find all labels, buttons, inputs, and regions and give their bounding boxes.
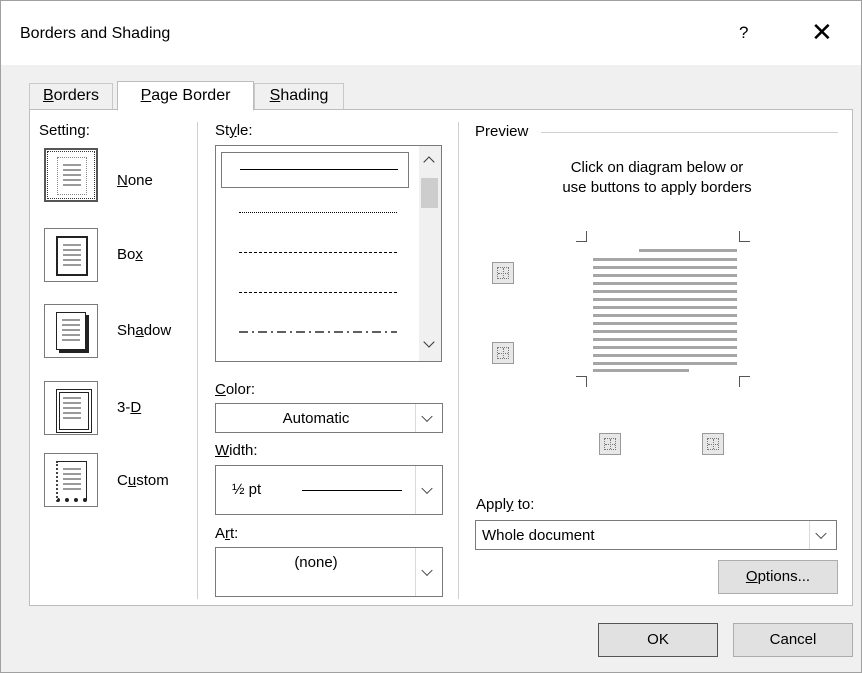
art-value: (none) bbox=[294, 554, 338, 571]
style-item-dash-dot[interactable] bbox=[221, 316, 407, 350]
setting-none-button[interactable] bbox=[44, 148, 98, 202]
tab-borders[interactable]: Borders bbox=[29, 83, 113, 110]
color-label: Color: bbox=[215, 381, 256, 398]
apply-to-dropdown[interactable]: Whole document bbox=[475, 520, 837, 550]
setting-shadow-label: Shadow bbox=[117, 322, 172, 339]
color-dropdown[interactable]: Automatic bbox=[215, 403, 443, 433]
width-sample-line bbox=[302, 490, 402, 491]
apply-to-value: Whole document bbox=[482, 527, 595, 544]
corner-mark bbox=[739, 376, 750, 387]
dialog-title: Borders and Shading bbox=[20, 25, 171, 42]
scroll-up-icon[interactable] bbox=[423, 156, 435, 168]
right-border-button[interactable] bbox=[702, 433, 724, 455]
preview-rule bbox=[541, 132, 838, 133]
tab-shading[interactable]: Shading bbox=[254, 83, 344, 110]
chevron-down-icon bbox=[421, 410, 433, 423]
chevron-down-icon bbox=[421, 564, 433, 577]
scroll-thumb[interactable] bbox=[421, 178, 438, 208]
setting-shadow-button[interactable] bbox=[44, 304, 98, 358]
art-dropdown[interactable]: (none) bbox=[215, 547, 443, 597]
options-button[interactable]: Options... bbox=[718, 560, 838, 594]
preview-hint: Click on diagram below or use buttons to… bbox=[562, 159, 752, 196]
apply-to-label: Apply to: bbox=[476, 496, 535, 513]
ok-button[interactable]: OK bbox=[598, 623, 718, 657]
style-item-dashed[interactable] bbox=[221, 276, 407, 310]
separator bbox=[458, 122, 459, 599]
setting-3d-button[interactable] bbox=[44, 381, 98, 435]
style-item-dashed-small[interactable] bbox=[221, 236, 407, 270]
setting-box-label: Box bbox=[117, 246, 143, 263]
help-button[interactable]: ? bbox=[739, 23, 748, 43]
setting-shadow-icon bbox=[56, 312, 86, 350]
close-button[interactable]: ✕ bbox=[811, 17, 833, 47]
left-border-button[interactable] bbox=[599, 433, 621, 455]
border-left-icon bbox=[604, 438, 616, 450]
dash-dot-line bbox=[239, 331, 397, 333]
corner-mark bbox=[739, 231, 750, 242]
preview-diagram[interactable] bbox=[576, 231, 756, 387]
borders-and-shading-dialog: Borders and Shading ? ✕ Borders Page Bor… bbox=[0, 0, 862, 673]
title-bar: Borders and Shading ? ✕ bbox=[1, 1, 861, 65]
style-item-solid[interactable] bbox=[221, 152, 409, 188]
setting-none-icon bbox=[57, 157, 87, 195]
setting-custom-button[interactable] bbox=[44, 453, 98, 507]
setting-box-button[interactable] bbox=[44, 228, 98, 282]
style-label: Style: bbox=[215, 122, 253, 139]
border-right-icon bbox=[707, 438, 719, 450]
corner-mark bbox=[576, 231, 587, 242]
bottom-border-button[interactable] bbox=[492, 342, 514, 364]
tab-page-border[interactable]: Page Border bbox=[117, 81, 254, 111]
style-list[interactable] bbox=[215, 145, 442, 362]
style-scrollbar[interactable] bbox=[419, 146, 441, 361]
width-label: Width: bbox=[215, 442, 258, 459]
setting-custom-label: Custom bbox=[117, 472, 169, 489]
setting-label: Setting: bbox=[39, 122, 90, 139]
setting-3d-icon bbox=[56, 389, 92, 433]
preview-label: Preview bbox=[475, 123, 533, 140]
setting-box-icon bbox=[56, 236, 88, 276]
art-label: Art: bbox=[215, 525, 239, 542]
setting-none-label: None bbox=[117, 172, 153, 189]
separator bbox=[197, 122, 198, 599]
style-item-dotted[interactable] bbox=[221, 196, 407, 230]
corner-mark bbox=[576, 376, 587, 387]
width-dropdown[interactable]: ½ pt bbox=[215, 465, 443, 515]
chevron-down-icon bbox=[421, 482, 433, 495]
chevron-down-icon bbox=[815, 527, 827, 540]
border-bottom-icon bbox=[497, 347, 509, 359]
setting-custom-icon bbox=[56, 461, 87, 502]
setting-3d-label: 3-D bbox=[117, 399, 142, 416]
top-border-button[interactable] bbox=[492, 262, 514, 284]
cancel-button[interactable]: Cancel bbox=[733, 623, 853, 657]
scroll-down-icon[interactable] bbox=[423, 336, 435, 348]
color-value: Automatic bbox=[282, 410, 350, 427]
border-top-icon bbox=[497, 267, 509, 279]
width-value: ½ pt bbox=[232, 481, 262, 498]
